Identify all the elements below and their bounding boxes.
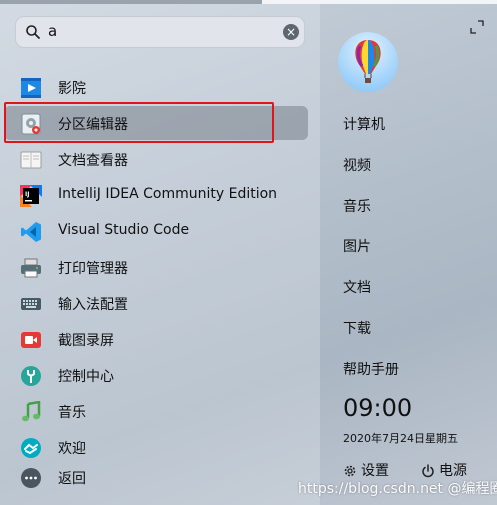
result-item-input-method[interactable]: 输入法配置 <box>4 286 308 320</box>
result-item-film[interactable]: 影院 <box>4 70 308 104</box>
result-label: 影院 <box>58 81 86 97</box>
result-item-vscode[interactable]: Visual Studio Code <box>4 214 308 248</box>
power-button[interactable]: 电源 <box>421 460 467 480</box>
app-list-panel: a × 影院 分区编辑器 文档查看器 IJ IntelliJ IDEA Comm… <box>0 4 320 505</box>
more-icon <box>21 468 41 488</box>
intellij-idea-icon: IJ <box>20 185 42 207</box>
result-label: 打印管理器 <box>58 261 128 277</box>
result-item-music[interactable]: 音乐 <box>4 394 308 428</box>
sidebar-link-computer[interactable]: 计算机 <box>343 114 385 134</box>
search-box[interactable]: a × <box>15 16 305 48</box>
hot-air-balloon-icon <box>338 32 398 92</box>
launcher-window: a × 影院 分区编辑器 文档查看器 IJ IntelliJ IDEA Comm… <box>0 0 497 505</box>
result-label: IntelliJ IDEA Community Edition <box>58 186 278 202</box>
sidebar-link-downloads[interactable]: 下载 <box>343 318 371 338</box>
back-button[interactable]: 返回 <box>4 460 308 494</box>
sidebar-link-music[interactable]: 音乐 <box>343 196 371 216</box>
result-item-print-manager[interactable]: 打印管理器 <box>4 250 308 284</box>
result-label: 输入法配置 <box>58 297 128 313</box>
power-icon <box>422 464 434 478</box>
sidebar: 计算机 视频 音乐 图片 文档 下载 帮助手册 09:00 2020年7月24日… <box>320 4 497 505</box>
result-item-intellij[interactable]: IJ IntelliJ IDEA Community Edition <box>4 178 308 212</box>
vscode-icon <box>21 222 41 242</box>
search-input[interactable]: a <box>48 22 57 40</box>
sidebar-link-documents[interactable]: 文档 <box>343 277 371 297</box>
printer-icon <box>21 258 41 278</box>
video-player-icon <box>21 78 41 98</box>
svg-text:IJ: IJ <box>25 191 29 198</box>
avatar[interactable] <box>338 32 398 92</box>
clear-search-icon[interactable]: × <box>283 24 299 40</box>
clock-time: 09:00 <box>343 394 413 422</box>
annotation-red-box <box>4 102 274 143</box>
search-icon <box>26 25 40 39</box>
result-item-document-viewer[interactable]: 文档查看器 <box>4 142 308 176</box>
sidebar-link-pictures[interactable]: 图片 <box>343 236 371 256</box>
back-label: 返回 <box>58 471 86 487</box>
settings-label: 设置 <box>361 463 389 479</box>
result-label: 文档查看器 <box>58 153 128 169</box>
sidebar-link-videos[interactable]: 视频 <box>343 155 371 175</box>
result-item-welcome[interactable]: 欢迎 <box>4 430 308 464</box>
keyboard-icon <box>21 298 41 310</box>
result-label: 欢迎 <box>58 441 86 457</box>
fullscreen-toggle-icon[interactable] <box>470 20 484 34</box>
result-label: Visual Studio Code <box>58 222 190 238</box>
result-item-control-center[interactable]: 控制中心 <box>4 358 308 392</box>
control-center-icon <box>21 366 41 386</box>
sidebar-link-manual[interactable]: 帮助手册 <box>343 359 399 379</box>
result-item-screen-capture[interactable]: 截图录屏 <box>4 322 308 356</box>
result-label: 控制中心 <box>58 369 114 385</box>
screen-recorder-icon <box>21 332 41 348</box>
settings-button[interactable]: 设置 <box>343 460 389 480</box>
music-icon <box>22 401 41 422</box>
document-viewer-icon <box>20 151 42 169</box>
watermark: https://blog.csdn.net @编程圈 <box>298 481 497 497</box>
power-label: 电源 <box>439 463 467 479</box>
result-label: 音乐 <box>58 405 86 421</box>
gear-icon <box>344 465 356 477</box>
result-label: 截图录屏 <box>58 333 114 349</box>
clock-date: 2020年7月24日星期五 <box>343 432 458 445</box>
welcome-icon <box>21 438 41 458</box>
